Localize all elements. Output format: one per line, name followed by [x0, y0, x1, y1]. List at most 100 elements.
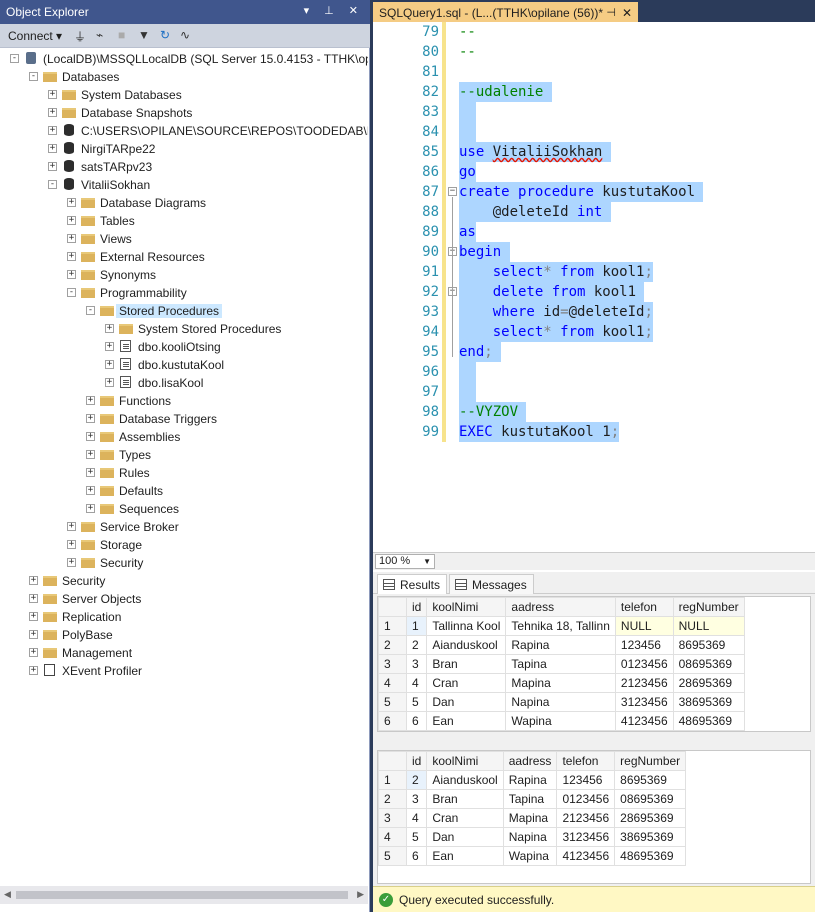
- row-number-cell[interactable]: 1: [378, 616, 407, 636]
- expand-icon[interactable]: +: [67, 216, 76, 225]
- grid-cell[interactable]: Rapina: [505, 635, 616, 655]
- fold-toggle-icon[interactable]: −: [448, 187, 457, 196]
- tree-node[interactable]: + folder-icon Database Snapshots: [48, 104, 368, 122]
- grid-cell[interactable]: Mapina: [505, 673, 616, 693]
- expand-icon[interactable]: +: [105, 360, 114, 369]
- grid-cell[interactable]: 123456: [556, 770, 616, 790]
- table-row[interactable]: 2 2 Aianduskool Rapina 123456 8695369: [378, 635, 745, 655]
- grid-cell[interactable]: Aianduskool: [426, 635, 507, 655]
- result-grid-1[interactable]: id koolNimi aadress telefon regNumber 1 1 Talli…: [378, 597, 745, 731]
- expand-icon[interactable]: +: [86, 486, 95, 495]
- expand-icon[interactable]: +: [48, 144, 57, 153]
- expand-icon[interactable]: +: [29, 612, 38, 621]
- scroll-left-arrow-icon[interactable]: ◀: [4, 889, 11, 900]
- column-header[interactable]: aadress: [502, 751, 558, 771]
- expand-icon[interactable]: +: [86, 432, 95, 441]
- grid-cell[interactable]: 38695369: [672, 692, 745, 712]
- grid-cell[interactable]: Aianduskool: [426, 770, 504, 790]
- tree-node[interactable]: + folder-icon Replication: [29, 608, 368, 626]
- tree-node[interactable]: + folder-icon External Resources: [67, 248, 368, 266]
- grid-cell[interactable]: 4: [405, 673, 428, 693]
- pin-icon[interactable]: ⊣: [606, 6, 616, 19]
- activity-monitor-icon[interactable]: ∿: [180, 28, 190, 42]
- zoom-select[interactable]: 100 % ▼: [375, 554, 435, 569]
- expand-icon[interactable]: +: [86, 468, 95, 477]
- code-line[interactable]: --: [459, 42, 476, 62]
- tab-sqlquery1[interactable]: SQLQuery1.sql - (L...(TTHK\opilane (56))…: [373, 2, 638, 22]
- tree-node[interactable]: -server-icon (LocalDB)\MSSQLLocalDB (SQL …: [10, 50, 368, 68]
- grid-cell[interactable]: Napina: [502, 827, 558, 847]
- code-line[interactable]: go: [459, 162, 476, 182]
- tree-node[interactable]: + folder-icon Synonyms: [67, 266, 368, 284]
- grid-cell[interactable]: 3: [405, 789, 428, 809]
- scroll-right-arrow-icon[interactable]: ▶: [357, 889, 364, 900]
- tree-node[interactable]: + folder-icon Security: [67, 554, 368, 572]
- grid-cell[interactable]: 48695369: [672, 711, 745, 731]
- tree-node[interactable]: + folder-icon PolyBase: [29, 626, 368, 644]
- grid-cell[interactable]: 2123456: [556, 808, 616, 828]
- table-row[interactable]: 5 6 Ean Wapina 4123456 48695369: [378, 846, 687, 866]
- table-row[interactable]: 3 4 Cran Mapina 2123456 28695369: [378, 808, 687, 828]
- expand-icon[interactable]: +: [105, 342, 114, 351]
- grid-cell[interactable]: 0123456: [556, 789, 616, 809]
- collapse-icon[interactable]: -: [48, 180, 57, 189]
- tree-node[interactable]: -database-icon VitaliiSokhan: [48, 176, 368, 194]
- result-grid-2[interactable]: id koolNimi aadress telefon regNumber 1 2 Aiand…: [378, 751, 687, 866]
- expand-icon[interactable]: +: [29, 648, 38, 657]
- expand-icon[interactable]: +: [48, 126, 57, 135]
- grid-cell[interactable]: Tallinna Kool: [426, 616, 507, 636]
- code-editor[interactable]: 79 -- 80 -- 81 82 --udalenie 83 84 85 use Vital…: [373, 22, 815, 552]
- code-line[interactable]: begin: [459, 242, 510, 262]
- tree-node[interactable]: + folder-icon Rules: [86, 464, 368, 482]
- grid-cell[interactable]: 2: [405, 770, 428, 790]
- expand-icon[interactable]: +: [29, 594, 38, 603]
- code-line[interactable]: --VYZOV: [459, 402, 527, 422]
- grid-cell[interactable]: 4123456: [556, 846, 616, 866]
- code-line[interactable]: @deleteId int: [459, 202, 611, 222]
- code-line[interactable]: [459, 362, 476, 382]
- tree-node[interactable]: + folder-icon Views: [67, 230, 368, 248]
- tree-node[interactable]: + folder-icon Sequences: [86, 500, 368, 518]
- tree-node[interactable]: -folder-iconStored Procedures: [86, 302, 368, 320]
- tree-node[interactable]: + procedure-icon dbo.kooliOtsing: [105, 338, 368, 356]
- expand-icon[interactable]: +: [67, 558, 76, 567]
- table-row[interactable]: 5 5 Dan Napina 3123456 38695369: [378, 692, 745, 712]
- tree-node[interactable]: + folder-icon Server Objects: [29, 590, 368, 608]
- expand-icon[interactable]: +: [29, 630, 38, 639]
- grid-cell[interactable]: 8695369: [672, 635, 745, 655]
- tree-node[interactable]: + folder-icon System Databases: [48, 86, 368, 104]
- grid-cell[interactable]: 08695369: [614, 789, 687, 809]
- expand-icon[interactable]: +: [67, 522, 76, 531]
- expand-icon[interactable]: +: [29, 576, 38, 585]
- collapse-icon[interactable]: -: [67, 288, 76, 297]
- expand-icon[interactable]: +: [67, 540, 76, 549]
- disconnect-plug-icon[interactable]: ⌁: [96, 28, 103, 42]
- stop-icon[interactable]: ■: [118, 28, 125, 42]
- tree-node[interactable]: + folder-icon Database Triggers: [86, 410, 368, 428]
- table-row[interactable]: 1 2 Aianduskool Rapina 123456 8695369: [378, 770, 687, 790]
- grid-cell[interactable]: Ean: [426, 846, 504, 866]
- collapse-icon[interactable]: -: [10, 54, 19, 63]
- grid-cell[interactable]: 123456: [614, 635, 674, 655]
- grid-cell[interactable]: Tehnika 18, Tallinn: [505, 616, 616, 636]
- column-header[interactable]: koolNimi: [426, 597, 507, 617]
- tree-node[interactable]: + folder-icon System Stored Procedures: [105, 320, 368, 338]
- tree-node[interactable]: + database-icon satsTARpv23: [48, 158, 368, 176]
- tree-node[interactable]: + procedure-icon dbo.kustutaKool: [105, 356, 368, 374]
- grid-cell[interactable]: Cran: [426, 808, 504, 828]
- tab-messages[interactable]: Messages: [449, 574, 534, 594]
- grid-corner-cell[interactable]: [378, 751, 407, 771]
- row-number-cell[interactable]: 3: [378, 654, 407, 674]
- grid-cell[interactable]: Dan: [426, 827, 504, 847]
- tree-node[interactable]: + database-icon NirgiTARpe22: [48, 140, 368, 158]
- table-row[interactable]: 3 3 Bran Tapina 0123456 08695369: [378, 654, 745, 674]
- grid-cell[interactable]: 28695369: [614, 808, 687, 828]
- code-line[interactable]: EXEC kustutaKool 1;: [459, 422, 620, 442]
- tree-node[interactable]: + procedure-icon dbo.lisaKool: [105, 374, 368, 392]
- row-number-cell[interactable]: 4: [378, 673, 407, 693]
- table-row[interactable]: 2 3 Bran Tapina 0123456 08695369: [378, 789, 687, 809]
- grid-cell[interactable]: 4: [405, 808, 428, 828]
- column-header[interactable]: regNumber: [672, 597, 745, 617]
- tree-node[interactable]: + database-icon C:\USERS\OPILANE\SOURCE\RE…: [48, 122, 368, 140]
- expand-icon[interactable]: +: [48, 108, 57, 117]
